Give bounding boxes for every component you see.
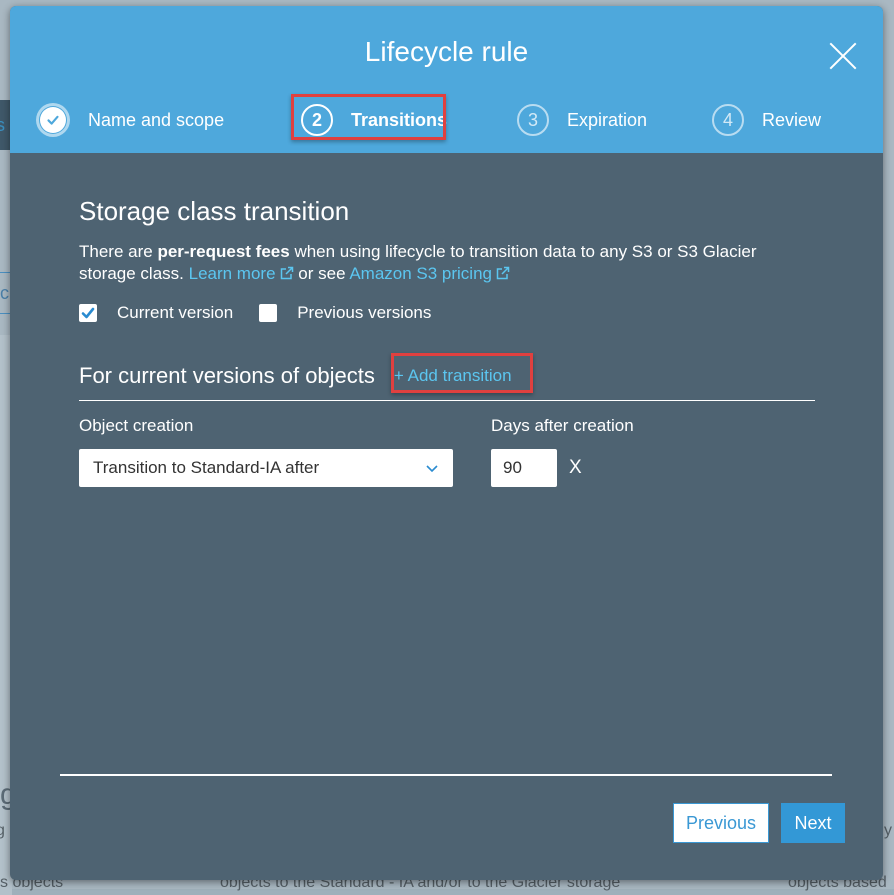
select-value: Transition to Standard-IA after: [93, 458, 320, 477]
fees-description: There are per-request fees when using li…: [79, 241, 815, 285]
desc-text: There are: [79, 242, 158, 261]
background-text: g: [0, 822, 5, 839]
background-text: y: [884, 822, 892, 839]
version-checkboxes: Current version Previous versions: [79, 303, 815, 323]
transition-row: Object creation Transition to Standard-I…: [79, 416, 815, 487]
previous-versions-label: Previous versions: [297, 303, 432, 322]
current-versions-header: For current versions of objects + Add tr…: [79, 353, 815, 401]
checkmark-icon: [81, 307, 95, 319]
days-field: Days after creation X: [491, 416, 634, 487]
highlight-box: [391, 353, 533, 393]
days-label: Days after creation: [491, 416, 634, 435]
days-input-wrap: X: [491, 449, 634, 487]
section-title: Storage class transition: [79, 196, 350, 226]
modal-header: Lifecycle rule Name and scope 2 Transiti…: [10, 6, 883, 153]
object-creation-label: Object creation: [79, 416, 194, 435]
step-expiration[interactable]: 3 Expiration: [517, 103, 647, 137]
object-creation-field: Object creation Transition to Standard-I…: [79, 416, 453, 487]
transition-type-select[interactable]: Transition to Standard-IA after: [79, 449, 453, 487]
step-label: Name and scope: [88, 109, 225, 130]
previous-button[interactable]: Previous: [673, 803, 769, 843]
step-name-and-scope[interactable]: Name and scope: [36, 103, 224, 137]
check-circle-icon: [36, 103, 70, 137]
step-number-badge: 4: [712, 104, 744, 136]
modal-title: Lifecycle rule: [364, 36, 529, 67]
current-version-checkbox[interactable]: [79, 304, 97, 322]
step-label: Expiration: [567, 109, 648, 130]
learn-more-link[interactable]: Learn more: [189, 264, 294, 283]
days-input[interactable]: [491, 449, 557, 487]
chevron-down-icon: [426, 465, 438, 473]
link-label: Amazon S3 pricing: [349, 264, 492, 283]
current-versions-title: For current versions of objects: [79, 363, 375, 388]
s3-pricing-link[interactable]: Amazon S3 pricing: [349, 264, 510, 283]
footer-divider: [60, 774, 832, 776]
next-button[interactable]: Next: [781, 803, 845, 843]
external-link-icon: [496, 266, 510, 280]
remove-transition-button[interactable]: X: [569, 457, 582, 479]
lifecycle-rule-modal: Lifecycle rule Name and scope 2 Transiti…: [10, 6, 883, 880]
modal-content: Storage class transition There are per-r…: [79, 196, 815, 487]
desc-text: or see: [293, 264, 350, 283]
desc-bold: per-request fees: [157, 242, 290, 261]
step-number-badge: 3: [517, 104, 549, 136]
step-label: Review: [762, 109, 822, 130]
link-label: Learn more: [188, 264, 276, 283]
close-icon[interactable]: [829, 42, 857, 70]
current-version-label: Current version: [117, 303, 234, 322]
step-review[interactable]: 4 Review: [712, 103, 821, 137]
highlight-box: [291, 94, 446, 140]
external-link-icon: [280, 266, 293, 280]
previous-versions-checkbox[interactable]: [259, 304, 278, 322]
